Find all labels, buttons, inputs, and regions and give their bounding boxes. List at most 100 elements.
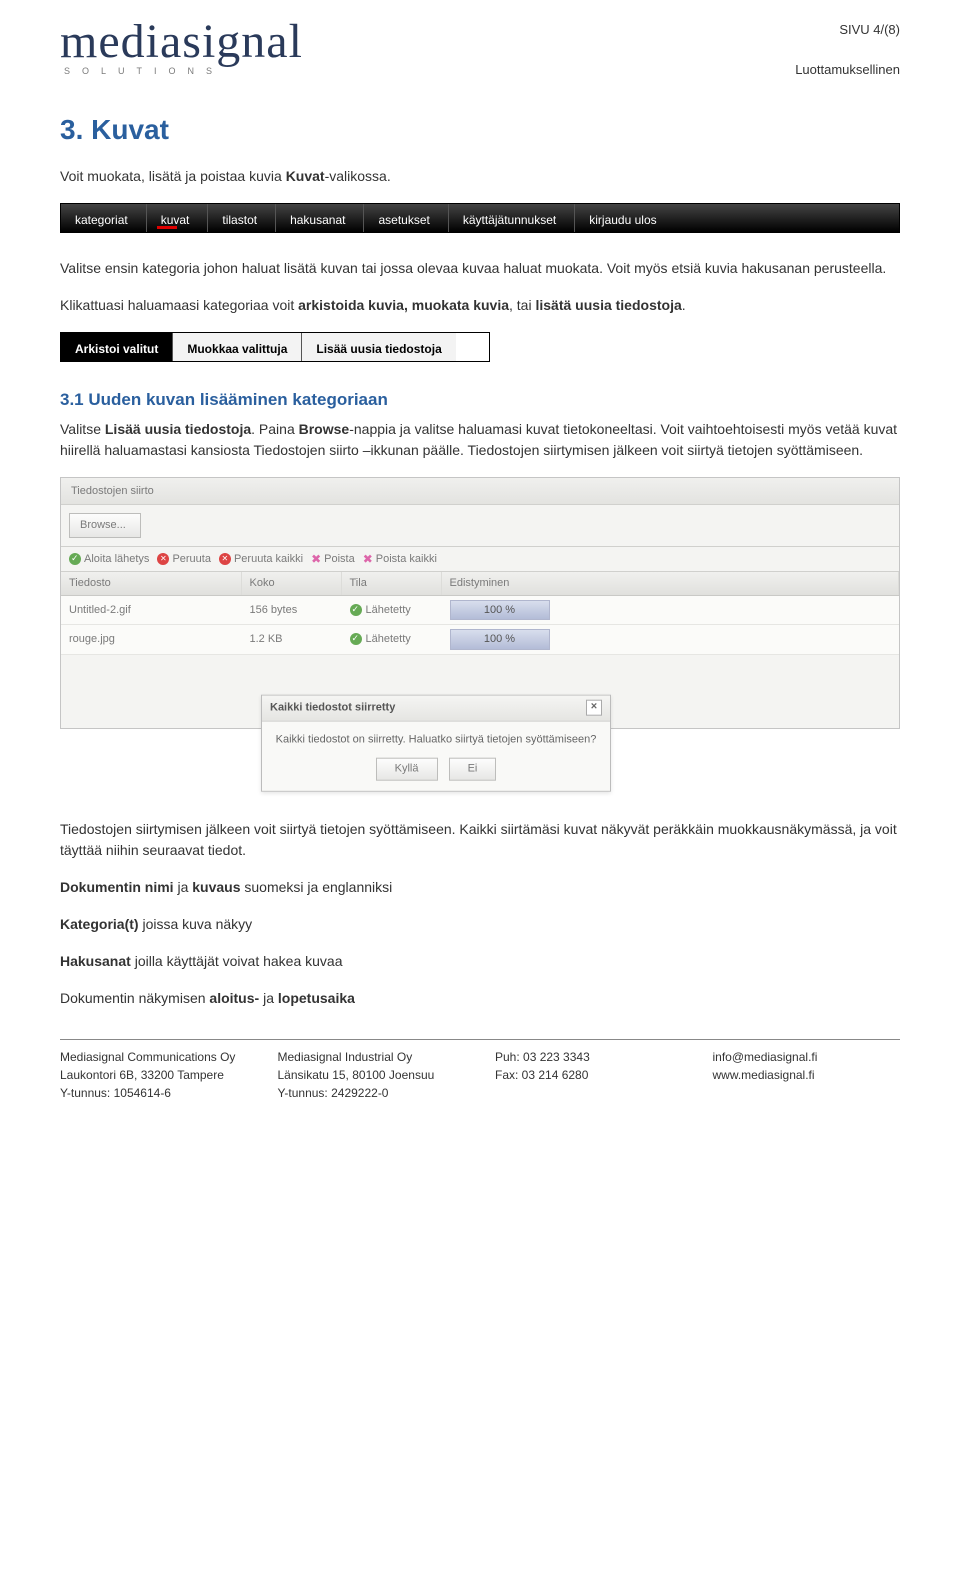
main-nav: kategoriat kuvat tilastot hakusanat aset… <box>60 203 900 233</box>
p3-b2: lisätä uusia tiedostoja <box>535 297 681 313</box>
cell-status: Lähetetty <box>341 595 441 625</box>
nav-hakusanat[interactable]: hakusanat <box>276 204 364 232</box>
footer-line: Y-tunnus: 1054614-6 <box>60 1084 248 1102</box>
nav-asetukset[interactable]: asetukset <box>364 204 448 232</box>
table-row: rouge.jpg 1.2 KB Lähetetty 100 % <box>61 625 899 655</box>
p1-pre: Voit muokata, lisätä ja poistaa kuvia <box>60 168 286 184</box>
nav-kategoriat[interactable]: kategoriat <box>61 204 147 232</box>
nav-kirjaudu-ulos[interactable]: kirjaudu ulos <box>575 204 674 232</box>
dialog-no-button[interactable]: Ei <box>449 758 497 781</box>
p3-pre: Klikattuasi haluamaasi kategoriaa voit <box>60 297 298 313</box>
p1-bold: Kuvat <box>286 168 325 184</box>
header: mediasignal SOLUTIONS SIVU 4/(8) Luottam… <box>60 20 900 79</box>
footer-line: Puh: 03 223 3343 <box>495 1048 683 1066</box>
footer-line: Laukontori 6B, 33200 Tampere <box>60 1066 248 1084</box>
progress-bar: 100 % <box>450 629 550 650</box>
footer-col-2: Mediasignal Industrial Oy Länsikatu 15, … <box>278 1048 466 1102</box>
action-muokkaa[interactable]: Muokkaa valittuja <box>173 333 302 361</box>
footer-line: www.mediasignal.fi <box>713 1066 901 1084</box>
col-file: Tiedosto <box>61 572 241 595</box>
upload-table: Tiedosto Koko Tila Edistyminen Untitled-… <box>61 572 899 655</box>
dialog-head: Kaikki tiedostot siirretty × <box>262 696 610 722</box>
remove-icon: ✖ <box>311 553 321 565</box>
logo-text: mediasignal <box>60 20 303 63</box>
cell-status-label: Lähetetty <box>366 602 411 619</box>
cell-size: 1.2 KB <box>241 625 341 655</box>
action-arkistoi[interactable]: Arkistoi valitut <box>61 333 173 361</box>
close-icon[interactable]: × <box>586 700 602 716</box>
footer-col-3: Puh: 03 223 3343 Fax: 03 214 6280 <box>495 1048 683 1102</box>
col-progress: Edistyminen <box>441 572 899 595</box>
cancel-all-icon <box>219 553 231 565</box>
tool-remove-all-label: Poista kaikki <box>376 551 437 568</box>
h2-31: 3.1 Uuden kuvan lisääminen kategoriaan <box>60 387 900 413</box>
tool-remove-all[interactable]: ✖Poista kaikki <box>363 551 437 568</box>
footer-line: Mediasignal Communications Oy <box>60 1048 248 1066</box>
p9-pre: Dokumentin näkymisen <box>60 990 209 1006</box>
p3-post: . <box>682 297 686 313</box>
footer-line: Mediasignal Industrial Oy <box>278 1048 466 1066</box>
tool-start[interactable]: Aloita lähetys <box>69 551 149 568</box>
cell-file: rouge.jpg <box>61 625 241 655</box>
cell-file: Untitled-2.gif <box>61 595 241 625</box>
tool-cancel[interactable]: Peruuta <box>157 551 211 568</box>
p3-b1: arkistoida kuvia, muokata kuvia <box>298 297 509 313</box>
confirm-dialog: Kaikki tiedostot siirretty × Kaikki tied… <box>261 695 611 792</box>
footer-col-1: Mediasignal Communications Oy Laukontori… <box>60 1048 248 1102</box>
nav-tilastot[interactable]: tilastot <box>208 204 276 232</box>
col-size: Koko <box>241 572 341 595</box>
nav-kuvat[interactable]: kuvat <box>147 204 209 232</box>
logo: mediasignal SOLUTIONS <box>60 20 303 79</box>
tool-cancel-all[interactable]: Peruuta kaikki <box>219 551 303 568</box>
page-number: SIVU 4/(8) <box>795 20 900 40</box>
p4-b2: Browse <box>299 421 350 437</box>
logo-sub: SOLUTIONS <box>64 65 303 79</box>
p4: Valitse Lisää uusia tiedostoja. Paina Br… <box>60 419 900 461</box>
confidential-label: Luottamuksellinen <box>795 60 900 80</box>
tool-cancel-all-label: Peruuta kaikki <box>234 551 303 568</box>
cell-progress: 100 % <box>441 625 899 655</box>
browse-button[interactable]: Browse... <box>69 513 141 538</box>
footer-line: Y-tunnus: 2429222-0 <box>278 1084 466 1102</box>
p9: Dokumentin näkymisen aloitus- ja lopetus… <box>60 988 900 1009</box>
p7-post: joissa kuva näkyy <box>139 916 253 932</box>
p4-pre: Valitse <box>60 421 105 437</box>
p9-mid: ja <box>259 990 278 1006</box>
p2: Valitse ensin kategoria johon haluat lis… <box>60 258 900 279</box>
nav-kayttajatunnukset[interactable]: käyttäjätunnukset <box>449 204 575 232</box>
table-row: Untitled-2.gif 156 bytes Lähetetty 100 % <box>61 595 899 625</box>
p6-mid: ja <box>174 879 193 895</box>
cell-status: Lähetetty <box>341 625 441 655</box>
p1: Voit muokata, lisätä ja poistaa kuvia Ku… <box>60 166 900 187</box>
check-icon <box>69 553 81 565</box>
tool-cancel-label: Peruuta <box>172 551 211 568</box>
dialog-message: Kaikki tiedostot on siirretty. Haluatko … <box>272 731 600 748</box>
remove-all-icon: ✖ <box>363 553 373 565</box>
p7-b: Kategoria(t) <box>60 916 139 932</box>
p4-b1: Lisää uusia tiedostoja <box>105 421 251 437</box>
upload-title: Tiedostojen siirto <box>61 478 899 506</box>
p9-b1: aloitus- <box>209 990 259 1006</box>
action-bar: Arkistoi valitut Muokkaa valittuja Lisää… <box>60 332 490 362</box>
page-meta: SIVU 4/(8) Luottamuksellinen <box>795 20 900 79</box>
p8: Hakusanat joilla käyttäjät voivat hakea … <box>60 951 900 972</box>
cancel-icon <box>157 553 169 565</box>
p9-b2: lopetusaika <box>278 990 355 1006</box>
p5: Tiedostojen siirtymisen jälkeen voit sii… <box>60 819 900 861</box>
tool-remove-label: Poista <box>324 551 355 568</box>
dialog-yes-button[interactable]: Kyllä <box>376 758 438 781</box>
progress-bar: 100 % <box>450 600 550 621</box>
p4-mid: . Paina <box>251 421 298 437</box>
p6: Dokumentin nimi ja kuvaus suomeksi ja en… <box>60 877 900 898</box>
p8-post: joilla käyttäjät voivat hakea kuvaa <box>131 953 343 969</box>
footer-line: Länsikatu 15, 80100 Joensuu <box>278 1066 466 1084</box>
p6-post: suomeksi ja englanniksi <box>241 879 393 895</box>
upload-panel: Tiedostojen siirto Browse... Aloita lähe… <box>60 477 900 729</box>
action-lisaa[interactable]: Lisää uusia tiedostoja <box>302 333 455 361</box>
h1-kuvat: 3. Kuvat <box>60 109 900 151</box>
footer-line: info@mediasignal.fi <box>713 1048 901 1066</box>
cell-status-label: Lähetetty <box>366 631 411 648</box>
cell-progress: 100 % <box>441 595 899 625</box>
p8-b: Hakusanat <box>60 953 131 969</box>
tool-remove[interactable]: ✖Poista <box>311 551 355 568</box>
